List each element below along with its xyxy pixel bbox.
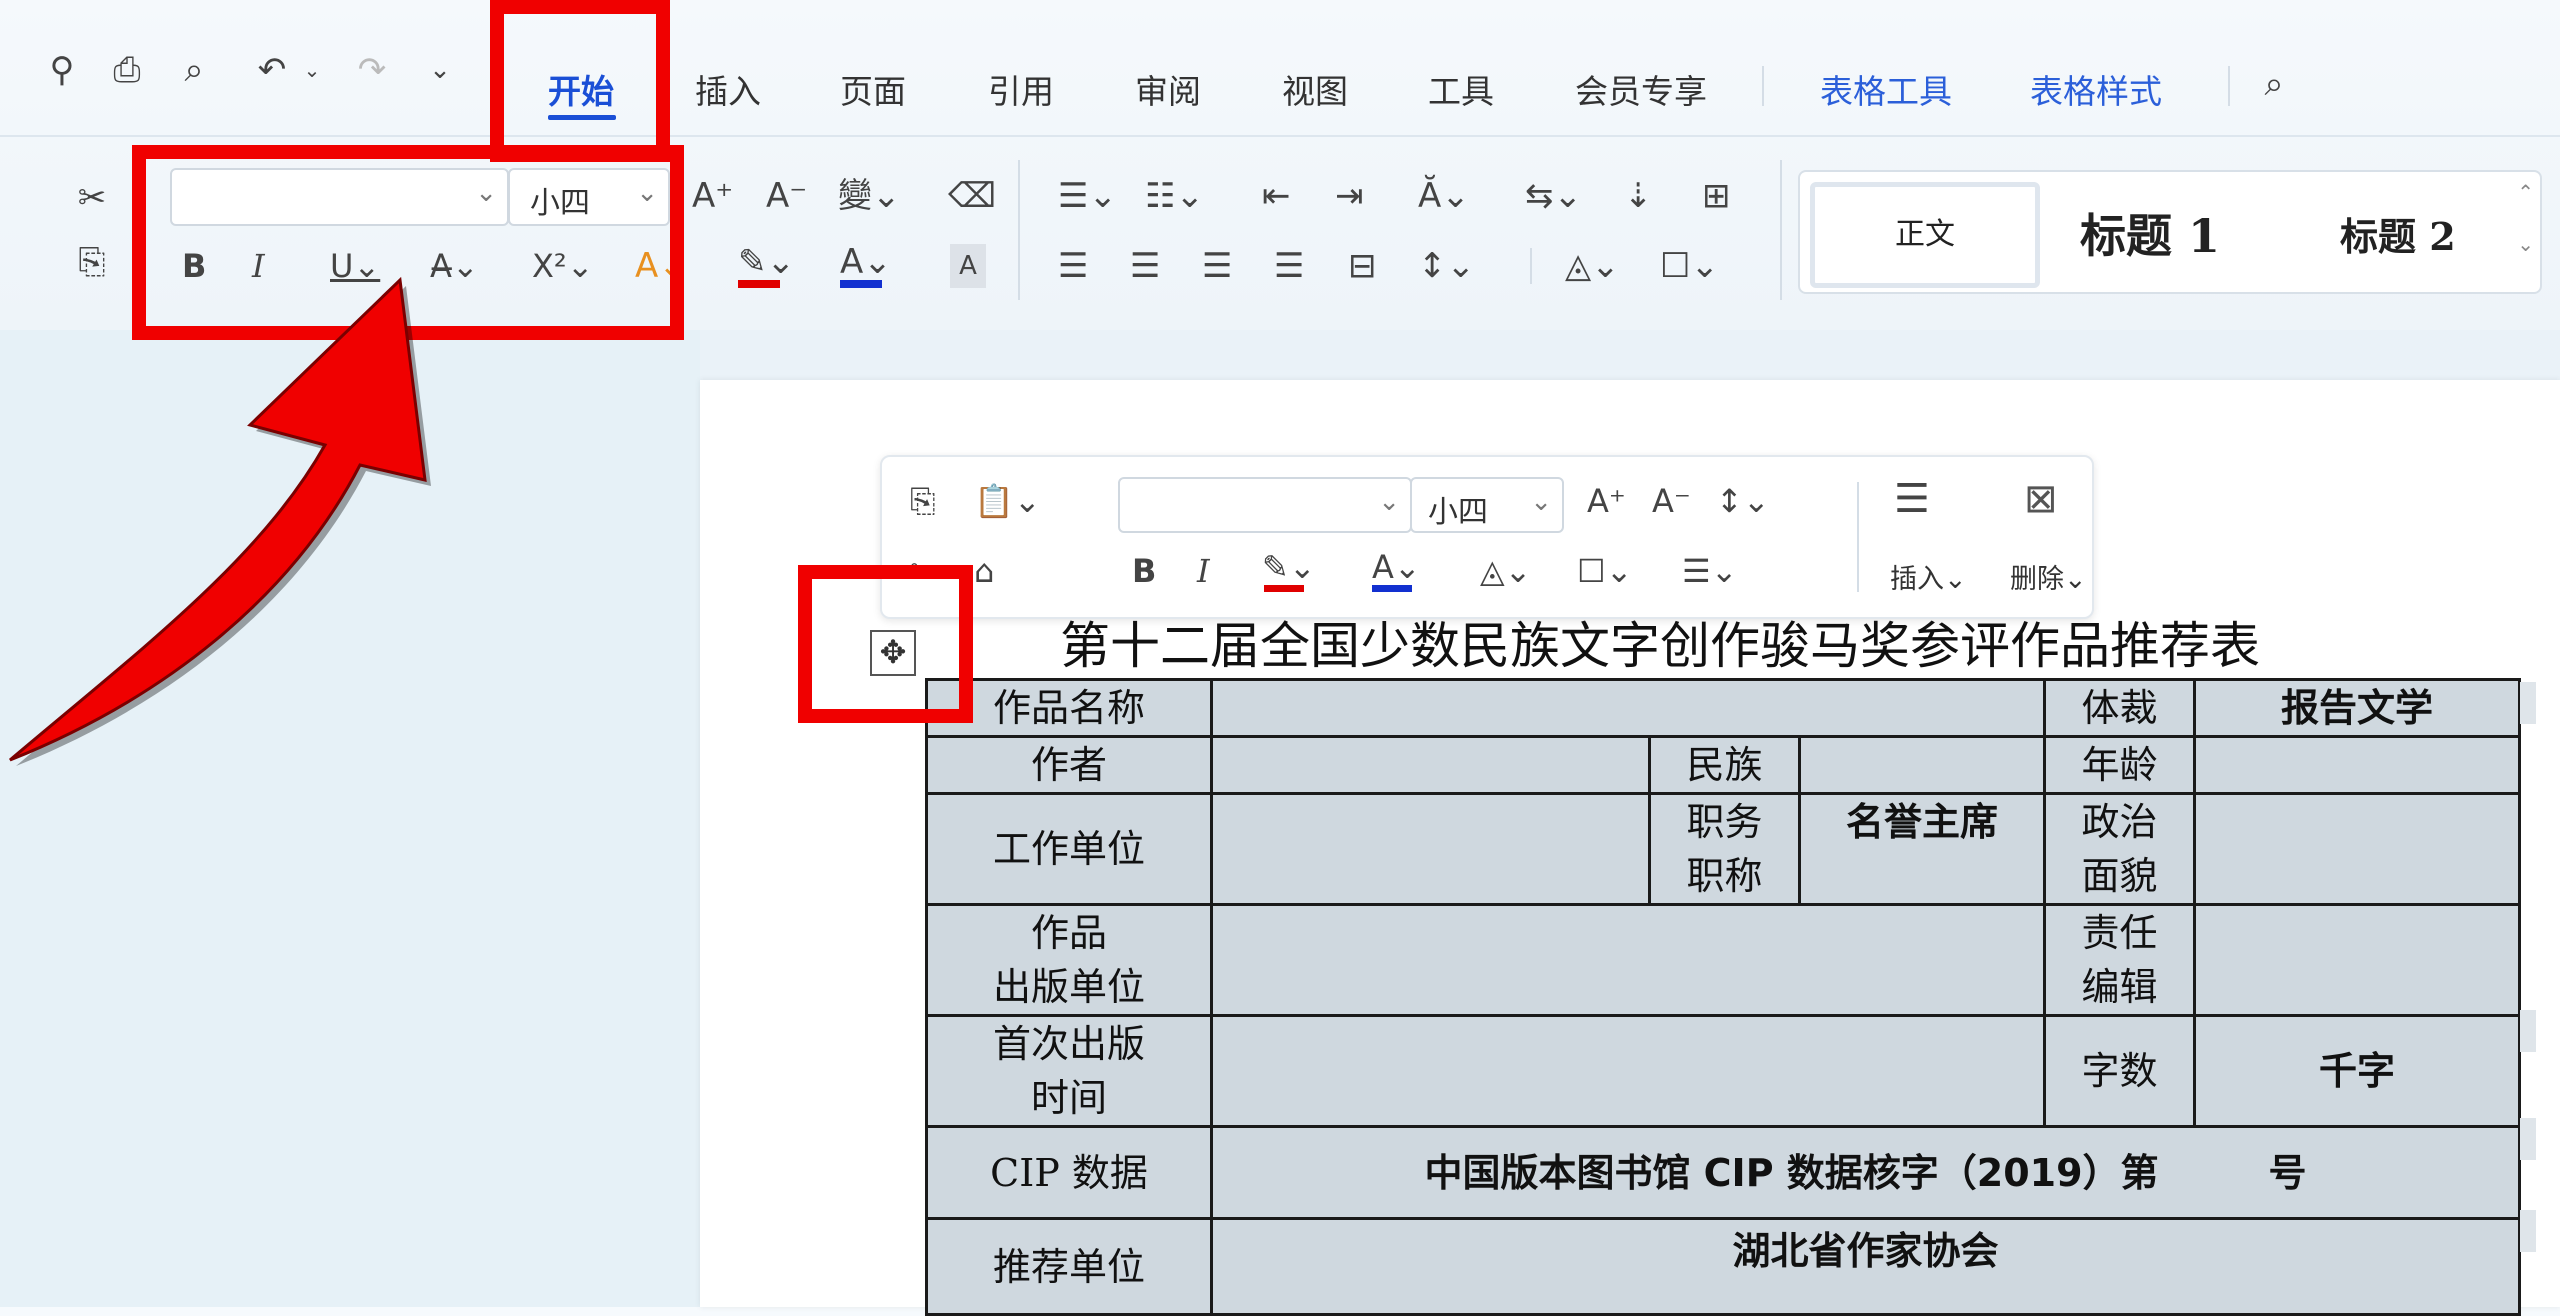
annotation-arrow [9,276,431,766]
red-arrow-icon [9,276,427,762]
